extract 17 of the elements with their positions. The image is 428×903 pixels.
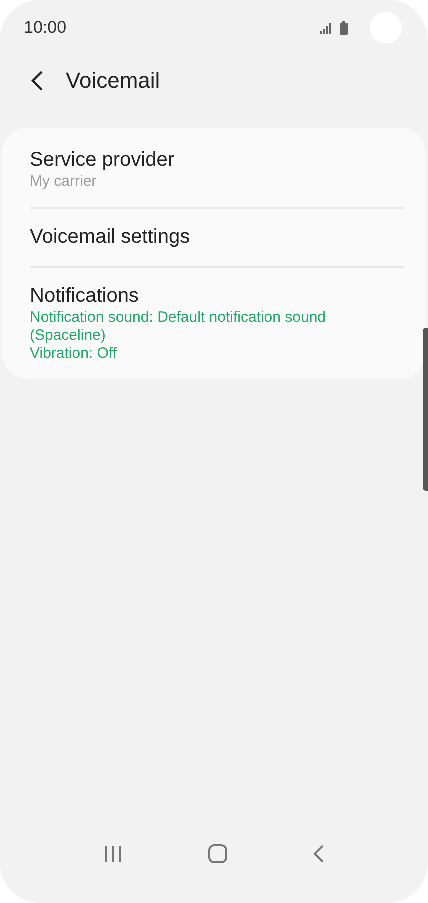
back-icon[interactable] [30,70,44,92]
item-title: Notifications [30,284,140,309]
item-title: Service provider [30,148,176,173]
status-time: 10:00 [24,18,68,38]
back-nav-button[interactable] [313,844,326,864]
item-summary: My carrier [30,173,98,191]
settings-item[interactable]: Voicemail settings [30,207,404,266]
signal-icon [320,22,332,34]
item-summary: Vibration: Off [30,345,118,363]
item-title: Voicemail settings [30,225,192,250]
settings-item[interactable]: Notifications Notification sound: Default notification sound (Spaceline) Vibration: Off [30,266,404,379]
recents-button[interactable] [102,845,123,863]
item-summary: Notification sound: Default notification sound (Spaceline) [30,309,328,345]
page-title: Voicemail [66,68,160,94]
settings-item[interactable]: Service provider My carrier [30,128,404,207]
battery-icon [340,21,348,35]
home-button[interactable] [208,844,228,864]
